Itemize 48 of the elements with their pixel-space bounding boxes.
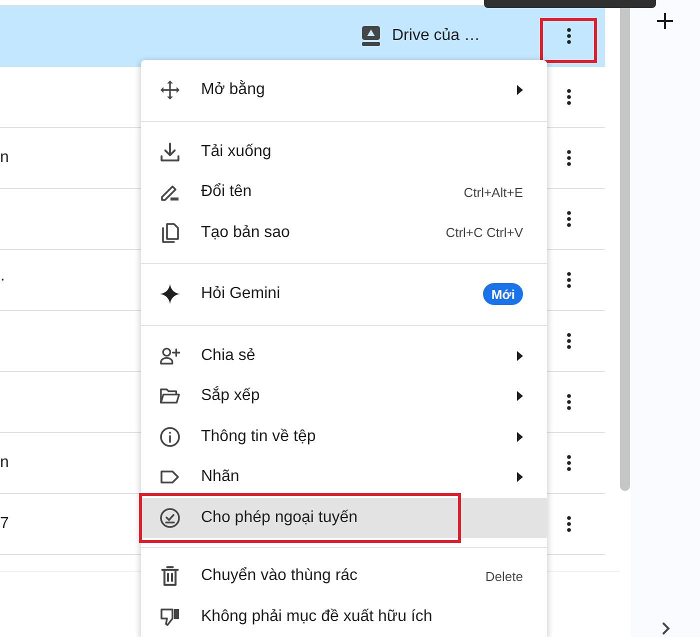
caret-right-icon [517,472,523,482]
menu-item[interactable]: Chia sẻ [141,336,547,376]
hard-drive-icon [362,26,380,46]
folder-icon [160,386,180,406]
caret-right-icon [517,85,523,96]
shortcut-text: Delete [485,568,523,586]
download-icon [160,142,180,162]
move-arrows-icon [160,80,180,100]
new-badge: Mới [483,283,523,306]
menu-item[interactable]: Tải xuống [141,132,547,172]
caret-right-icon [517,350,523,361]
person-plus-icon [160,346,180,366]
cell-text: · [0,270,6,290]
check-circle-icon [160,508,180,528]
menu-item[interactable]: Tạo bản sao Ctrl+C Ctrl+V [141,212,547,253]
vertical-dots-icon [567,28,571,44]
chevron-right-icon[interactable] [662,622,670,635]
menu-item[interactable]: Hỏi Gemini Mới [141,274,547,314]
shortcut-text: Ctrl+C Ctrl+V [446,224,523,242]
cell-text: 7 [0,514,9,534]
vertical-dots-icon [567,394,571,410]
plus-icon[interactable] [657,13,673,29]
vertical-dots-icon [567,516,571,532]
info-icon [160,426,180,447]
menu-item[interactable]: Mở bằng [141,70,547,110]
file-row[interactable]: Drive của … [0,6,605,67]
cell-text: n [0,453,9,473]
cell-text: n [0,148,9,168]
caret-right-icon [517,391,523,402]
menu-item[interactable]: Sắp xếp [141,376,547,416]
menu-item[interactable]: Thông tin về tệp [141,416,547,457]
shortcut-text: Ctrl+Alt+E [464,184,523,202]
vertical-dots-icon [567,211,571,227]
vertical-dots-icon [567,89,571,105]
sparkle-icon [160,284,180,304]
menu-item[interactable]: Đổi tên Ctrl+Alt+E [141,172,547,212]
vertical-dots-icon [567,455,571,471]
menu-item[interactable]: Chuyển vào thùng rác Delete [141,556,547,596]
vertical-dots-icon [567,272,571,288]
menu-item[interactable]: Nhãn [141,457,547,498]
thumbs-down-icon [160,606,180,627]
caret-right-icon [517,432,523,442]
menu-item[interactable]: Không phải mục đề xuất hữu ích [141,596,547,637]
copy-icon [160,222,180,243]
vertical-dots-icon [567,150,571,166]
trash-icon [160,566,180,586]
location-text: Drive của … [392,26,480,46]
vertical-dots-icon [567,333,571,349]
